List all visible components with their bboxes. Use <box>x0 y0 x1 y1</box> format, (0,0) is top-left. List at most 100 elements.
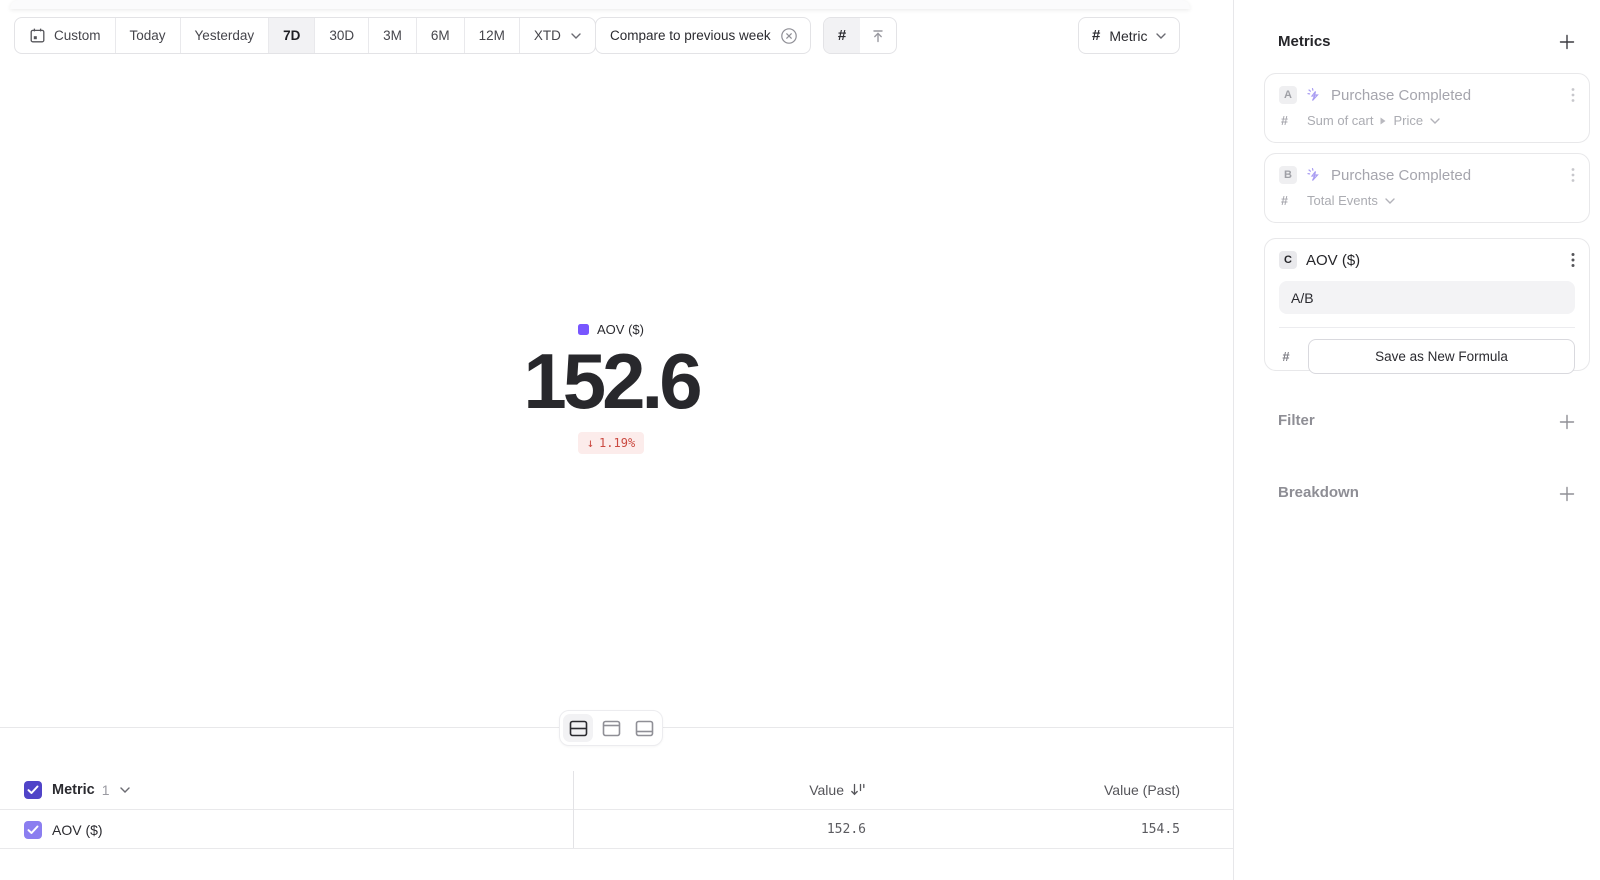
divider <box>1279 327 1575 328</box>
number-type-icon: # <box>1281 194 1295 208</box>
add-metric-button[interactable] <box>1559 34 1575 50</box>
chevron-down-icon <box>571 33 581 39</box>
chevron-down-icon <box>1430 118 1440 124</box>
metrics-section-title: Metrics <box>1278 33 1331 50</box>
range-6m[interactable]: 6M <box>416 18 464 53</box>
range-3m[interactable]: 3M <box>368 18 416 53</box>
select-all-checkbox[interactable] <box>24 781 42 799</box>
aggregation-label: Total Events <box>1307 193 1378 208</box>
sort-descending-icon <box>850 782 866 797</box>
compare-chip-label: Compare to previous week <box>610 28 771 43</box>
formula-card-c[interactable]: C AOV ($) A/B # Save as New Formula <box>1264 238 1590 371</box>
save-as-new-formula-button[interactable]: Save as New Formula <box>1308 339 1575 374</box>
metric-button-label: Metric <box>1109 28 1147 44</box>
uniques-toggle[interactable] <box>860 18 896 53</box>
metrics-report-page: Custom Today Yesterday 7D 30D 3M 6M 12M … <box>0 0 1600 880</box>
metric-column-index: 1 <box>102 782 110 798</box>
value-mode-toggle: # <box>823 17 897 54</box>
split-view-toggle[interactable] <box>563 714 593 742</box>
big-number-value: 152.6 <box>0 336 1222 427</box>
hash-icon: # <box>838 27 846 44</box>
formula-text: A/B <box>1291 290 1314 306</box>
event-spark-icon <box>1306 87 1322 103</box>
metric-badge: B <box>1279 166 1297 184</box>
value-column-header[interactable]: Value <box>809 782 866 798</box>
legend-swatch <box>578 324 589 335</box>
aggregation-property: Price <box>1393 113 1423 128</box>
metric-event-name: Purchase Completed <box>1331 87 1471 104</box>
hash-icon: # <box>1092 27 1100 44</box>
filter-section-title: Filter <box>1278 412 1315 429</box>
table-header: Metric 1 Value Value (Past) <box>0 770 1233 810</box>
row-metric-name: AOV ($) <box>52 822 103 838</box>
chart-only-toggle[interactable] <box>596 714 626 742</box>
range-yesterday[interactable]: Yesterday <box>180 18 269 53</box>
compare-chip[interactable]: Compare to previous week <box>595 17 811 54</box>
range-12m[interactable]: 12M <box>464 18 519 53</box>
range-today[interactable]: Today <box>115 18 180 53</box>
arrow-up-to-line-icon <box>870 28 886 44</box>
chevron-down-icon <box>1385 198 1395 204</box>
range-label: 12M <box>479 28 505 43</box>
delta-badge: ↓ 1.19% <box>578 432 644 454</box>
range-custom[interactable]: Custom <box>15 18 115 53</box>
card-top-edge <box>10 0 1190 9</box>
metric-card-b[interactable]: B Purchase Completed # Total Events <box>1264 153 1590 223</box>
range-label: Custom <box>54 28 101 43</box>
range-label: 7D <box>283 28 300 43</box>
calendar-icon <box>29 27 46 44</box>
range-label: 3M <box>383 28 402 43</box>
chevron-down-icon <box>1156 33 1166 39</box>
range-label: Today <box>130 28 166 43</box>
metric-event-name: Purchase Completed <box>1331 167 1471 184</box>
range-label: Yesterday <box>195 28 255 43</box>
metric-card-a[interactable]: A Purchase Completed # Sum of cart <box>1264 73 1590 143</box>
add-breakdown-button[interactable] <box>1559 486 1575 502</box>
chevron-down-icon[interactable] <box>120 787 130 793</box>
formula-input[interactable]: A/B <box>1279 281 1575 314</box>
value-column-label: Value <box>809 782 844 798</box>
kebab-menu-icon[interactable] <box>1571 167 1575 183</box>
legend-item-aov[interactable]: AOV ($) <box>578 322 644 337</box>
breakdown-section-title: Breakdown <box>1278 484 1359 501</box>
kebab-menu-icon[interactable] <box>1571 87 1575 103</box>
aggregation-selector[interactable]: # Sum of cart Price <box>1279 113 1575 128</box>
metric-dropdown-button[interactable]: # Metric <box>1078 17 1180 54</box>
table-row[interactable]: AOV ($) 152.6 154.5 <box>0 811 1233 849</box>
range-label: 6M <box>431 28 450 43</box>
row-value: 152.6 <box>827 822 866 837</box>
range-label: 30D <box>329 28 354 43</box>
add-filter-button[interactable] <box>1559 414 1575 430</box>
view-toggles-row <box>0 710 1222 746</box>
metric-column-label[interactable]: Metric <box>52 782 95 798</box>
table-only-toggle[interactable] <box>629 714 659 742</box>
range-xtd[interactable]: XTD <box>519 18 595 53</box>
range-30d[interactable]: 30D <box>314 18 368 53</box>
query-builder-sidebar: Metrics A Purchase Completed # <box>1233 0 1600 880</box>
remove-compare-icon[interactable] <box>780 27 798 45</box>
row-value-past: 154.5 <box>1141 822 1180 837</box>
metric-badge: A <box>1279 86 1297 104</box>
value-past-column-label: Value (Past) <box>1104 782 1180 798</box>
total-values-toggle[interactable]: # <box>824 18 860 53</box>
layout-toggle-group <box>559 710 663 746</box>
value-past-column-header[interactable]: Value (Past) <box>1104 782 1180 798</box>
legend-label: AOV ($) <box>597 322 644 337</box>
delta-value: 1.19% <box>599 436 635 450</box>
breadcrumb-arrow-icon <box>1380 117 1386 125</box>
event-spark-icon <box>1306 167 1322 183</box>
row-checkbox[interactable] <box>24 821 42 839</box>
number-type-icon: # <box>1279 349 1293 364</box>
arrow-down-icon: ↓ <box>587 436 594 450</box>
toolbar: Custom Today Yesterday 7D 30D 3M 6M 12M … <box>0 17 1222 54</box>
kebab-menu-icon[interactable] <box>1571 252 1575 268</box>
range-7d[interactable]: 7D <box>268 18 314 53</box>
aggregation-selector[interactable]: # Total Events <box>1279 193 1575 208</box>
aggregation-label: Sum of cart <box>1307 113 1373 128</box>
table-column-divider <box>573 771 574 848</box>
metric-badge: C <box>1279 251 1297 269</box>
date-range-group: Custom Today Yesterday 7D 30D 3M 6M 12M … <box>14 17 596 54</box>
range-label: XTD <box>534 28 561 43</box>
formula-name: AOV ($) <box>1306 252 1360 269</box>
delta-row: ↓ 1.19% <box>0 432 1222 454</box>
